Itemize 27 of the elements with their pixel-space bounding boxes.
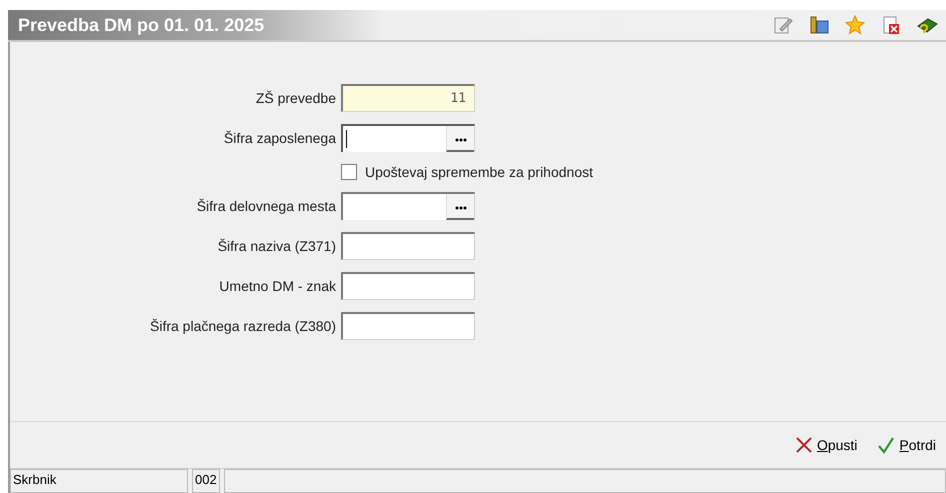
input-field[interactable]: 11	[341, 84, 475, 112]
field-label: ZŠ prevedbe	[254, 90, 336, 106]
columns-icon[interactable]	[808, 14, 830, 36]
checkbox[interactable]	[341, 164, 357, 180]
input-field[interactable]	[341, 272, 475, 300]
field-label: Šifra delovnega mesta	[196, 198, 336, 214]
close-icon	[794, 436, 813, 454]
star-icon[interactable]	[844, 14, 866, 36]
status-user: Skrbnik	[10, 469, 188, 493]
browse-button[interactable]	[446, 194, 474, 220]
checkbox-label: Upoštevaj spremembe za prihodnost	[365, 164, 594, 180]
field-label: Umetno DM - znak	[218, 278, 336, 294]
field-label: Šifra zaposlenega	[222, 130, 336, 146]
status-code: 002	[192, 469, 220, 493]
browse-button[interactable]	[446, 126, 474, 152]
input-field[interactable]	[341, 124, 475, 152]
field-label: Šifra plačnega razreda (Z380)	[149, 318, 336, 334]
ellipsis-icon	[454, 206, 466, 210]
window-title: Prevedba DM po 01. 01. 2025	[18, 14, 264, 36]
input-field[interactable]	[341, 312, 475, 340]
check-icon	[877, 436, 896, 454]
ellipsis-icon	[454, 138, 466, 142]
confirm-button[interactable]: Potrdi	[877, 436, 936, 454]
cancel-button[interactable]: Opusti	[794, 436, 858, 454]
field-label: Šifra naziva (Z371)	[216, 238, 336, 254]
input-field[interactable]	[341, 232, 475, 260]
input-field[interactable]	[341, 192, 475, 220]
